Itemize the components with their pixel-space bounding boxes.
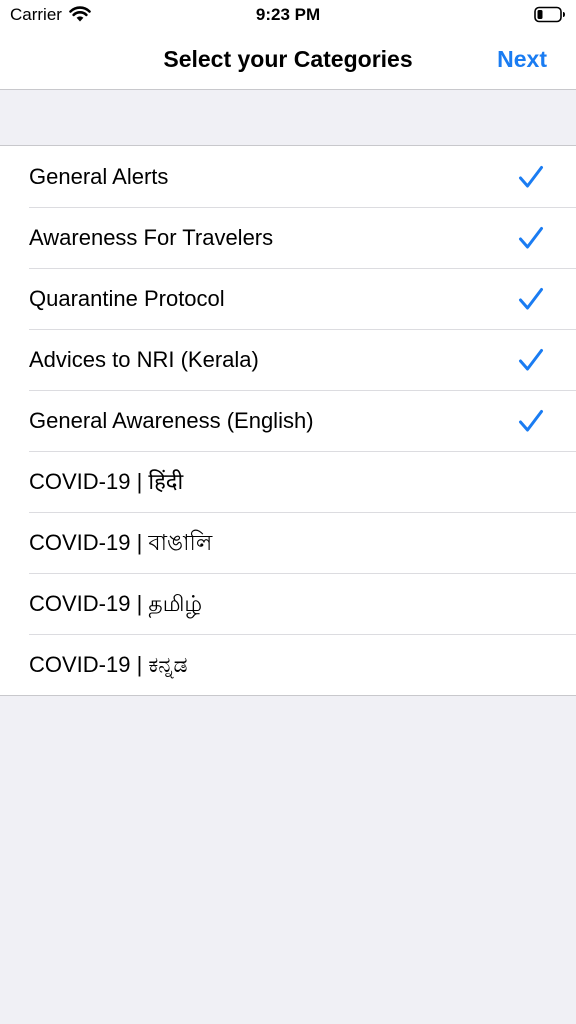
clock: 9:23 PM — [255, 5, 321, 24]
category-row[interactable]: COVID-19 | বাঙালি — [0, 512, 576, 573]
category-label: General Awareness (English) — [29, 408, 314, 433]
category-row[interactable]: Quarantine Protocol — [0, 268, 576, 329]
category-list: General Alerts Awareness For Travelers Qua… — [0, 145, 576, 696]
page-title: Select your Categories — [163, 46, 413, 72]
status-bar: Carrier 9:23 PM — [0, 0, 576, 30]
battery-icon — [534, 6, 565, 23]
top-bar: Carrier 9:23 PM Select your Categories N… — [0, 0, 576, 90]
category-row[interactable]: General Awareness (English) — [0, 390, 576, 451]
category-label: COVID-19 | हिंदी — [29, 469, 184, 494]
checkmark-icon — [519, 410, 543, 432]
checkmark-icon — [519, 166, 543, 188]
category-row[interactable]: Advices to NRI (Kerala) — [0, 329, 576, 390]
category-row[interactable]: COVID-19 | हिंदी — [0, 451, 576, 512]
checkmark-icon — [519, 227, 543, 249]
category-label: Advices to NRI (Kerala) — [29, 347, 259, 372]
category-row[interactable]: Awareness For Travelers — [0, 207, 576, 268]
checkmark-icon — [519, 349, 543, 371]
category-label: COVID-19 | বাঙালি — [29, 530, 213, 555]
next-button[interactable]: Next — [497, 45, 547, 73]
category-label: Quarantine Protocol — [29, 286, 225, 311]
category-label: Awareness For Travelers — [29, 225, 274, 250]
category-label: COVID-19 | தமிழ் — [29, 591, 203, 616]
category-row[interactable]: COVID-19 | ಕನ್ನಡ — [0, 634, 576, 695]
category-label: COVID-19 | ಕನ್ನಡ — [29, 652, 188, 677]
category-row[interactable]: COVID-19 | தமிழ் — [0, 573, 576, 634]
checkmark-icon — [519, 288, 543, 310]
category-label: General Alerts — [29, 164, 169, 189]
category-row[interactable]: General Alerts — [0, 146, 576, 207]
